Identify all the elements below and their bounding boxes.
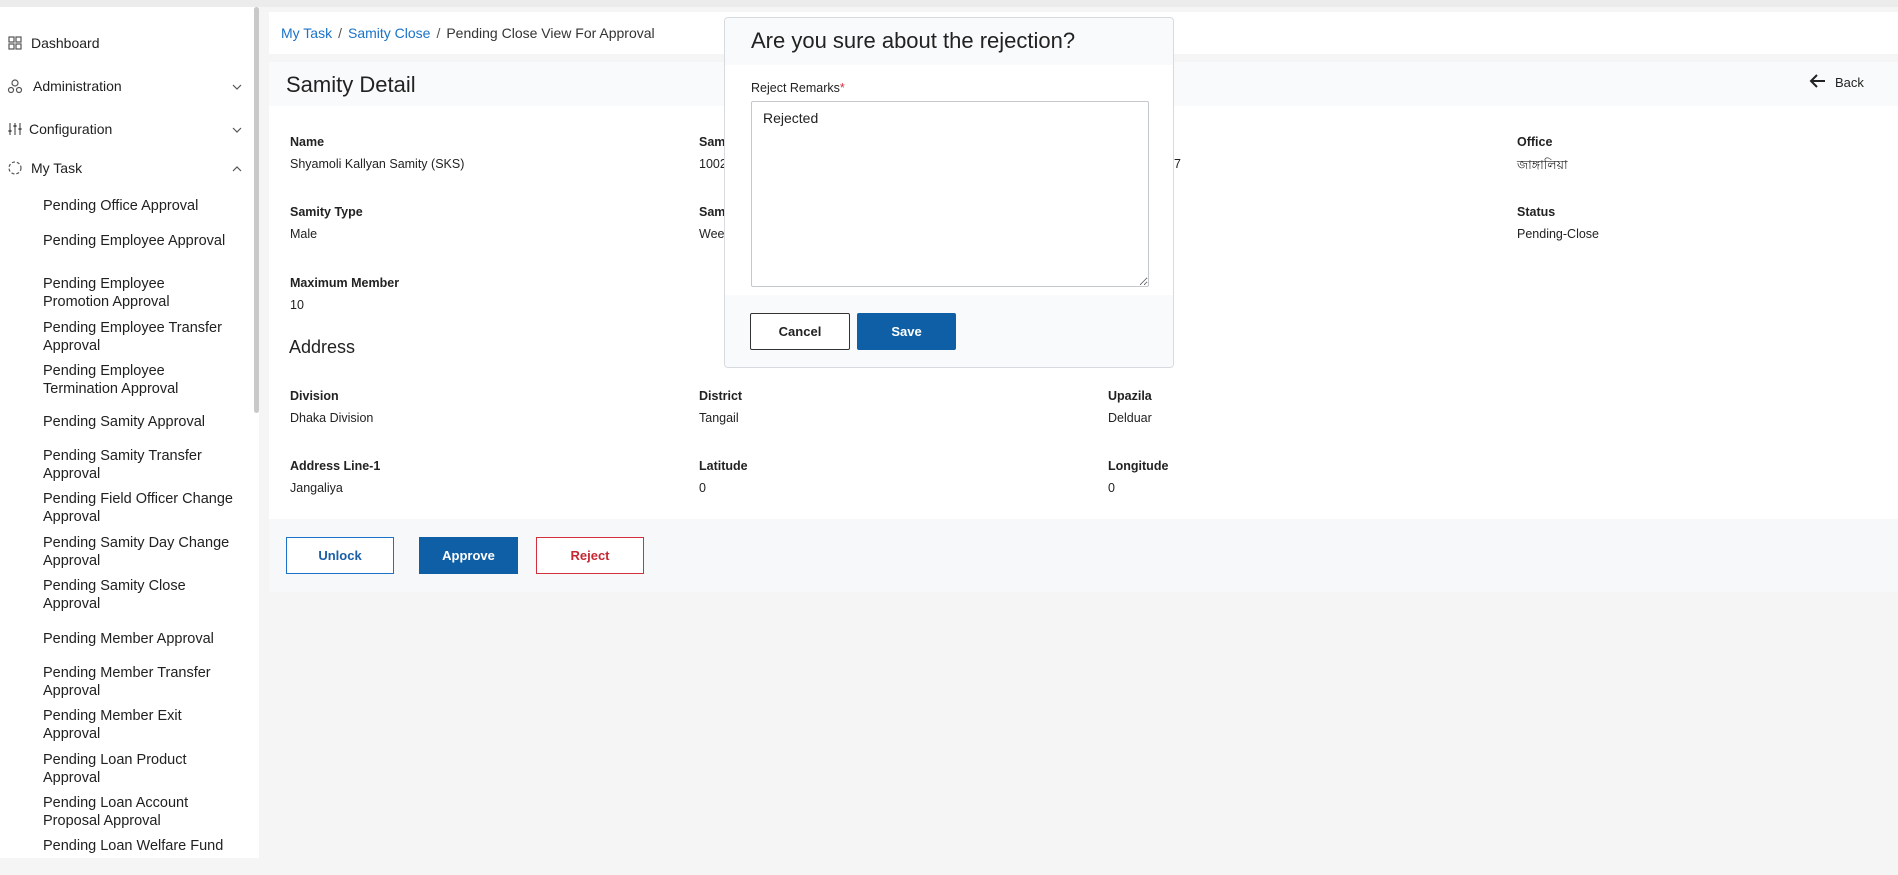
dialog-footer: Cancel Save xyxy=(725,295,1173,367)
sidebar-subitem[interactable]: Pending Member Transfer Approval xyxy=(43,664,233,700)
dialog-title: Are you sure about the rejection? xyxy=(751,28,1076,53)
field-office: Office জাঙ্গালিয়া xyxy=(1517,135,1817,177)
field-label: Division xyxy=(290,389,339,403)
sidebar-scrollbar[interactable] xyxy=(254,7,259,413)
field-label: Address Line-1 xyxy=(290,459,381,473)
sidebar-subitem[interactable]: Pending Employee Approval xyxy=(43,232,233,250)
sidebar: Dashboard Administration Configuration M… xyxy=(0,7,259,858)
sidebar-subitem[interactable]: Pending Loan Product Approval xyxy=(43,751,233,787)
sidebar-subitem[interactable]: Pending Samity Close Approval xyxy=(43,577,233,613)
field-value: জাঙ্গালিয়া xyxy=(1517,158,1568,172)
field-value: Pending-Close xyxy=(1517,227,1599,241)
reject-remarks-label: Reject Remarks* xyxy=(751,81,845,95)
address-section-title: Address xyxy=(289,337,356,357)
breadcrumb-separator: / xyxy=(436,25,441,41)
sidebar-subitem[interactable]: Pending Employee Transfer Approval xyxy=(43,319,233,355)
sidebar-subitem[interactable]: Pending Member Exit Approval xyxy=(43,707,233,743)
chevron-down-icon xyxy=(231,123,243,135)
breadcrumb-link-my-task[interactable]: My Task xyxy=(281,25,332,41)
field-label: Latitude xyxy=(699,459,748,473)
sidebar-footer-gap xyxy=(0,858,259,875)
field-label: District xyxy=(699,389,743,403)
arrow-left-icon xyxy=(1809,73,1827,92)
save-button[interactable]: Save xyxy=(857,313,956,350)
sidebar-subitem[interactable]: Pending Samity Approval xyxy=(43,413,233,431)
sidebar-subitem[interactable]: Pending Samity Transfer Approval xyxy=(43,447,233,483)
action-bar: Unlock Approve Reject xyxy=(269,519,1898,592)
field-district: District Tangail xyxy=(699,389,999,425)
field-status: Status Pending-Close xyxy=(1517,205,1817,241)
sidebar-subitem[interactable]: Pending Loan Welfare Fund xyxy=(43,837,233,855)
sidebar-subitem[interactable]: Pending Loan Account Proposal Approval xyxy=(43,794,233,830)
field-longitude: Longitude 0 xyxy=(1108,459,1408,495)
sidebar-item-label: Dashboard xyxy=(31,35,100,51)
dashboard-grid-icon xyxy=(7,35,23,51)
field-division: Division Dhaka Division xyxy=(290,389,590,425)
sidebar-item-label: Configuration xyxy=(29,121,113,137)
field-samity-type: Samity Type Male xyxy=(290,205,590,241)
reject-button[interactable]: Reject xyxy=(536,537,644,574)
field-value: 0 xyxy=(699,481,706,495)
cancel-button[interactable]: Cancel xyxy=(750,313,850,350)
chevron-down-icon xyxy=(231,80,243,92)
sidebar-item-label: Administration xyxy=(33,78,122,94)
sidebar-subitem[interactable]: Pending Field Officer Change Approval xyxy=(43,490,233,526)
sidebar-item-dashboard[interactable]: Dashboard xyxy=(0,28,250,58)
reject-remarks-label-text: Reject Remarks xyxy=(751,81,840,95)
reject-remarks-textarea[interactable]: Rejected xyxy=(751,101,1149,287)
sidebar-item-administration[interactable]: Administration xyxy=(0,71,250,101)
field-label: Office xyxy=(1517,135,1553,149)
field-value: 0 xyxy=(1108,481,1115,495)
sliders-icon xyxy=(7,121,23,137)
sidebar-item-my-task[interactable]: My Task xyxy=(0,153,250,183)
sidebar-subitem[interactable]: Pending Samity Day Change Approval xyxy=(43,534,233,570)
required-mark: * xyxy=(839,81,845,95)
sidebar-item-label: My Task xyxy=(31,160,83,176)
sidebar-subitem[interactable]: Pending Employee Termination Approval xyxy=(43,362,233,398)
field-label: Maximum Member xyxy=(290,276,400,290)
breadcrumb-link-samity-close[interactable]: Samity Close xyxy=(348,25,430,41)
field-value: Tangail xyxy=(699,411,739,425)
field-value: 10 xyxy=(290,298,304,312)
field-latitude: Latitude 0 xyxy=(699,459,999,495)
sidebar-subitem[interactable]: Pending Office Approval xyxy=(43,197,233,215)
field-label: Name xyxy=(290,135,325,149)
field-label: Longitude xyxy=(1108,459,1169,473)
circle-dashed-icon xyxy=(7,160,23,176)
breadcrumb-current: Pending Close View For Approval xyxy=(446,25,655,41)
approve-button[interactable]: Approve xyxy=(419,537,518,574)
field-label: Samity Type xyxy=(290,205,363,219)
users-icon xyxy=(7,78,23,94)
chevron-up-icon xyxy=(231,162,243,174)
back-button[interactable]: Back xyxy=(1809,73,1864,92)
reject-confirm-dialog: Are you sure about the rejection? Reject… xyxy=(724,17,1174,368)
field-maximum-member: Maximum Member 10 xyxy=(290,276,590,312)
field-value: Jangaliya xyxy=(290,481,343,495)
sidebar-subitem[interactable]: Pending Member Approval xyxy=(43,630,233,648)
breadcrumb-separator: / xyxy=(338,25,342,41)
field-name: Name Shyamoli Kallyan Samity (SKS) xyxy=(290,135,590,171)
sidebar-subitem[interactable]: Pending Employee Promotion Approval xyxy=(43,275,233,311)
page-title: Samity Detail xyxy=(286,72,416,97)
back-button-label: Back xyxy=(1835,75,1864,90)
field-partial: r 07 xyxy=(1167,135,1227,171)
field-label: Status xyxy=(1517,205,1556,219)
dialog-header: Are you sure about the rejection? xyxy=(725,18,1173,65)
unlock-button[interactable]: Unlock xyxy=(286,537,394,574)
top-strip xyxy=(0,0,1898,7)
field-label: Upazila xyxy=(1108,389,1152,403)
sidebar-item-configuration[interactable]: Configuration xyxy=(0,114,250,144)
field-value: Delduar xyxy=(1108,411,1152,425)
field-value: 07 xyxy=(1167,157,1227,171)
field-value: Shyamoli Kallyan Samity (SKS) xyxy=(290,157,465,171)
field-label: r xyxy=(1167,135,1227,149)
field-address-line-1: Address Line-1 Jangaliya xyxy=(290,459,590,495)
field-upazila: Upazila Delduar xyxy=(1108,389,1408,425)
field-value: Dhaka Division xyxy=(290,411,374,425)
field-value: Male xyxy=(290,227,318,241)
